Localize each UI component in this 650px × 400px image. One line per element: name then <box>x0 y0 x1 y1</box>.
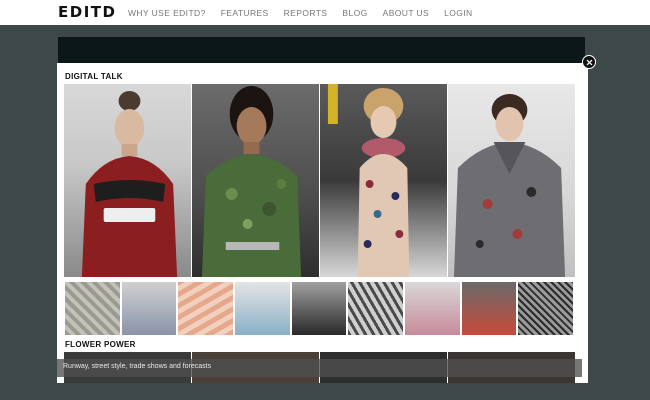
main-nav: WHY USE EDITD? FEATURES REPORTS BLOG ABO… <box>128 8 488 18</box>
hero-image-3[interactable] <box>320 84 447 277</box>
close-modal-button[interactable] <box>582 55 596 69</box>
editd-logo[interactable]: EDITD <box>58 3 116 21</box>
caption-bar: Runway, street style, trade shows and fo… <box>57 359 582 377</box>
section-title-flower-power: FLOWER POWER <box>65 340 136 349</box>
nav-why-use-editd[interactable]: WHY USE EDITD? <box>128 8 206 18</box>
nav-about-us[interactable]: ABOUT US <box>383 8 430 18</box>
thumbnail-1[interactable] <box>65 282 120 335</box>
thumbnail-7[interactable] <box>405 282 460 335</box>
thumbnail-8[interactable] <box>461 282 517 335</box>
thumbnail-9[interactable] <box>518 282 574 335</box>
nav-reports[interactable]: REPORTS <box>284 8 328 18</box>
thumbnail-5[interactable] <box>291 282 347 335</box>
thumbnail-4[interactable] <box>235 282 290 335</box>
nav-features[interactable]: FEATURES <box>221 8 269 18</box>
hero-image-1[interactable] <box>64 84 191 277</box>
top-nav-bar: EDITD WHY USE EDITD? FEATURES REPORTS BL… <box>0 0 650 25</box>
nav-login[interactable]: LOGIN <box>444 8 472 18</box>
hero-image-strip <box>64 84 575 277</box>
section-title-digital-talk: DIGITAL TALK <box>65 72 123 81</box>
close-icon <box>586 59 592 65</box>
hero-image-4[interactable] <box>448 84 575 277</box>
hero-image-2[interactable] <box>192 84 319 277</box>
thumbnail-3[interactable] <box>178 282 234 335</box>
nav-blog[interactable]: BLOG <box>342 8 367 18</box>
thumbnail-strip <box>65 282 574 335</box>
caption-text: Runway, street style, trade shows and fo… <box>63 363 212 370</box>
thumbnail-2[interactable] <box>121 282 177 335</box>
thumbnail-6[interactable] <box>348 282 404 335</box>
gallery-modal: DIGITAL TALK FLOWER POWER Runway, street… <box>57 63 588 383</box>
